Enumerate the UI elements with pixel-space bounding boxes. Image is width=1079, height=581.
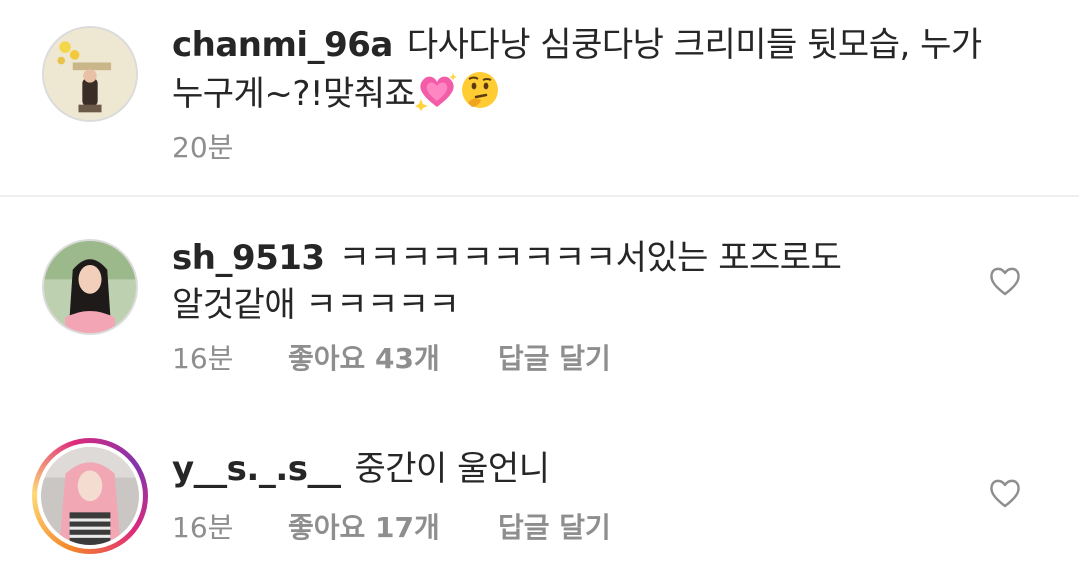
comment-meta: 16분 좋아요 17개 답글 달기 (172, 506, 611, 546)
sparkling-heart-icon (415, 71, 459, 124)
thinking-face-icon (459, 69, 501, 124)
comment-meta: 16분 좋아요 43개 답글 달기 (172, 337, 611, 377)
like-heart-icon[interactable] (988, 265, 1022, 297)
comment-time: 16분 (172, 342, 234, 375)
comment-text: y__s._.s__ 중간이 울언니 (172, 446, 932, 493)
reply-button[interactable]: 답글 달기 (498, 337, 611, 377)
comment-username[interactable]: chanmi_96a (172, 25, 393, 65)
comment-meta: 20분 (172, 126, 233, 166)
comment-item: chanmi_96a 다사다낭 심쿵다낭 크리미들 뒷모습, 누가 누구게~?!맞… (0, 0, 1079, 195)
comment-body-line: ㅋㅋㅋㅋㅋㅋㅋㅋㅋ서있는 포즈로도 (338, 238, 842, 278)
comment-username[interactable]: y__s._.s__ (172, 449, 341, 489)
comment-body-line: 알것같애 ㅋㅋㅋㅋㅋ (172, 285, 460, 325)
comment-body-line: 다사다낭 심쿵다낭 크리미들 뒷모습, 누가 (406, 25, 982, 65)
comment-time: 16분 (172, 511, 234, 544)
comment-text: chanmi_96a 다사다낭 심쿵다낭 크리미들 뒷모습, 누가 누구게~?!맞… (172, 22, 1022, 124)
likes-count-button[interactable]: 좋아요 43개 (288, 337, 498, 377)
avatar[interactable] (42, 239, 138, 335)
avatar-photo-icon (44, 28, 136, 120)
avatar-story-ring[interactable] (32, 438, 148, 554)
comment-body-line: 중간이 울언니 (354, 449, 550, 489)
comment-username[interactable]: sh_9513 (172, 238, 325, 278)
like-heart-icon[interactable] (988, 477, 1022, 509)
comment-item: sh_9513 ㅋㅋㅋㅋㅋㅋㅋㅋㅋ서있는 포즈로도 알것같애 ㅋㅋㅋㅋㅋ 16분 … (0, 197, 1079, 397)
comment-body-line: 누구게~?!맞춰죠 (172, 74, 416, 114)
likes-count-button[interactable]: 좋아요 17개 (288, 506, 498, 546)
comment-item: y__s._.s__ 중간이 울언니 16분 좋아요 17개 답글 달기 (0, 420, 1079, 581)
comment-text: sh_9513 ㅋㅋㅋㅋㅋㅋㅋㅋㅋ서있는 포즈로도 알것같애 ㅋㅋㅋㅋㅋ (172, 235, 932, 329)
avatar-photo-icon (44, 241, 136, 333)
avatar-photo-icon (41, 447, 139, 545)
avatar[interactable] (42, 26, 138, 122)
reply-button[interactable]: 답글 달기 (498, 506, 611, 546)
comment-time: 20분 (172, 131, 234, 164)
